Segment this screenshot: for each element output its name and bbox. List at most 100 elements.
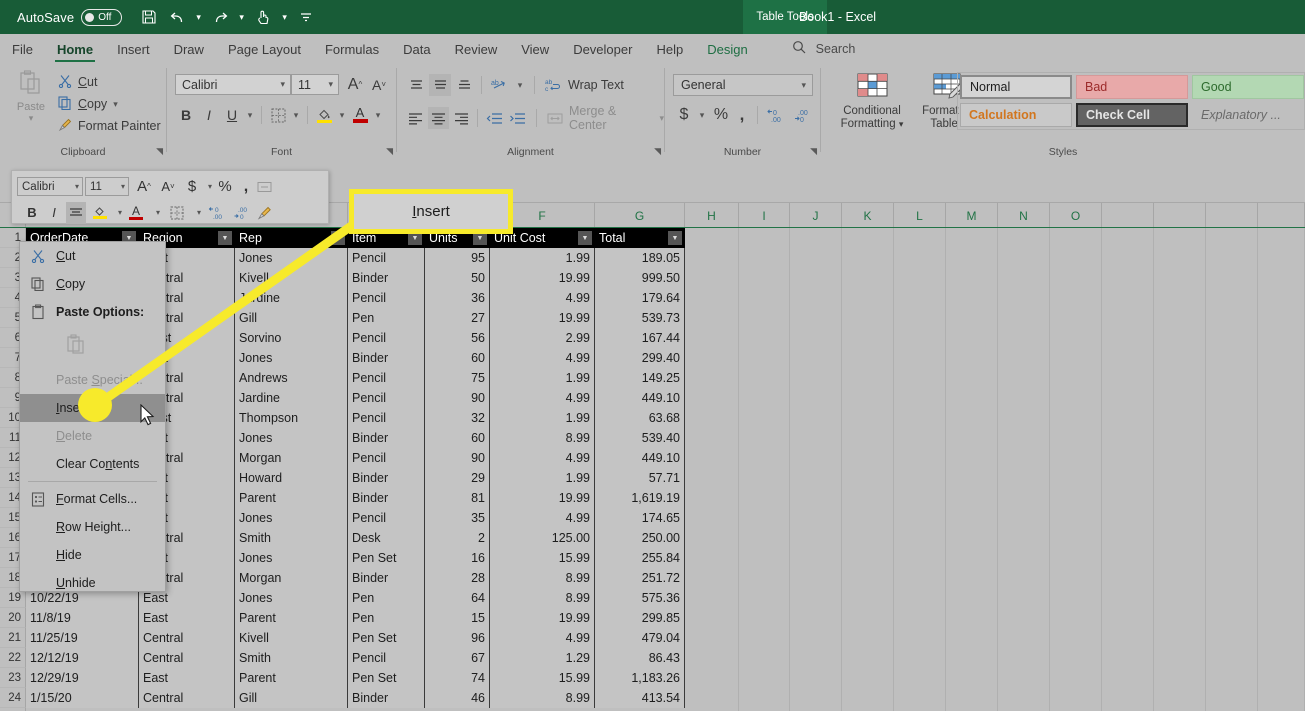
empty-cell[interactable]	[998, 328, 1050, 348]
mini-comma-format-icon[interactable]: ,	[236, 176, 256, 198]
undo-icon[interactable]	[164, 4, 190, 30]
empty-cell[interactable]	[946, 308, 998, 328]
empty-grid-area[interactable]	[685, 228, 1305, 711]
empty-cell[interactable]	[842, 348, 894, 368]
empty-cell[interactable]	[790, 228, 842, 248]
empty-cell[interactable]	[842, 408, 894, 428]
table-cell-orderdate[interactable]: 11/25/19	[26, 628, 139, 648]
table-cell-rep[interactable]: Jones	[235, 428, 348, 448]
empty-cell[interactable]	[1102, 628, 1154, 648]
empty-cell[interactable]	[790, 488, 842, 508]
table-cell-unitcost[interactable]: 8.99	[490, 688, 595, 708]
table-cell-units[interactable]: 50	[425, 268, 490, 288]
empty-row[interactable]	[685, 628, 1305, 648]
empty-cell[interactable]	[739, 508, 790, 528]
table-cell-rep[interactable]: Parent	[235, 608, 348, 628]
empty-cell[interactable]	[1154, 508, 1206, 528]
empty-cell[interactable]	[1206, 688, 1258, 708]
empty-cell[interactable]	[790, 688, 842, 708]
empty-cell[interactable]	[1206, 288, 1258, 308]
mini-italic-button[interactable]: I	[44, 202, 64, 224]
mini-accounting-format-icon[interactable]: $	[182, 176, 202, 198]
empty-row[interactable]	[685, 228, 1305, 248]
table-cell-item[interactable]: Binder	[348, 568, 425, 588]
table-cell-total[interactable]: 449.10	[595, 388, 685, 408]
empty-cell[interactable]	[1258, 668, 1305, 688]
table-cell-total[interactable]: 86.43	[595, 648, 685, 668]
empty-cell[interactable]	[739, 568, 790, 588]
empty-cell[interactable]	[894, 548, 946, 568]
align-top-icon[interactable]	[405, 74, 427, 96]
conditional-formatting-button[interactable]: Conditional Formatting ▾	[833, 72, 911, 131]
empty-row[interactable]	[685, 448, 1305, 468]
empty-cell[interactable]	[1206, 328, 1258, 348]
empty-cell[interactable]	[685, 568, 739, 588]
empty-cell[interactable]	[739, 368, 790, 388]
empty-cell[interactable]	[1050, 568, 1102, 588]
ribbon-tab-draw[interactable]: Draw	[162, 34, 216, 64]
context-menu-item-copy[interactable]: Copy	[20, 270, 165, 298]
table-cell-region[interactable]: Central	[139, 628, 235, 648]
context-menu-item-format-cells[interactable]: Format Cells...	[20, 485, 165, 513]
table-cell-rep[interactable]: Jones	[235, 508, 348, 528]
table-cell-unitcost[interactable]: 4.99	[490, 448, 595, 468]
table-cell-region[interactable]: Central	[139, 688, 235, 708]
empty-cell[interactable]	[842, 588, 894, 608]
accounting-dropdown-icon[interactable]: ▾	[696, 104, 708, 126]
empty-cell[interactable]	[790, 628, 842, 648]
mini-font-color-dropdown-icon[interactable]: ▾	[148, 202, 168, 224]
empty-row[interactable]	[685, 588, 1305, 608]
table-cell-rep[interactable]: Jones	[235, 348, 348, 368]
empty-cell[interactable]	[842, 368, 894, 388]
table-cell-item[interactable]: Pen Set	[348, 628, 425, 648]
number-dialog-launcher-icon[interactable]: ◥	[810, 146, 817, 157]
cell-style-bad[interactable]: Bad	[1076, 75, 1188, 99]
table-cell-rep[interactable]: Smith	[235, 648, 348, 668]
column-header-L[interactable]: L	[894, 203, 946, 228]
mini-font-size-input[interactable]: 11 ▾	[85, 177, 129, 196]
empty-cell[interactable]	[685, 228, 739, 248]
empty-cell[interactable]	[739, 228, 790, 248]
empty-cell[interactable]	[685, 488, 739, 508]
table-cell-orderdate[interactable]: 12/12/19	[26, 648, 139, 668]
borders-icon[interactable]	[267, 104, 289, 126]
table-cell-unitcost[interactable]: 8.99	[490, 568, 595, 588]
empty-row[interactable]	[685, 288, 1305, 308]
empty-cell[interactable]	[1102, 608, 1154, 628]
filter-dropdown-icon[interactable]: ▼	[331, 231, 345, 245]
table-cell-total[interactable]: 999.50	[595, 268, 685, 288]
empty-row[interactable]	[685, 408, 1305, 428]
table-cell-units[interactable]: 16	[425, 548, 490, 568]
empty-cell[interactable]	[946, 368, 998, 388]
table-cell-total[interactable]: 57.71	[595, 468, 685, 488]
decrease-decimal-icon[interactable]: .00 0	[792, 104, 816, 126]
empty-cell[interactable]	[1050, 288, 1102, 308]
empty-row[interactable]	[685, 568, 1305, 588]
empty-cell[interactable]	[1154, 628, 1206, 648]
empty-cell[interactable]	[1102, 268, 1154, 288]
empty-cell[interactable]	[998, 688, 1050, 708]
empty-cell[interactable]	[739, 648, 790, 668]
orientation-dropdown-icon[interactable]: ▾	[514, 74, 526, 96]
number-format-dropdown-icon[interactable]: ▾	[801, 80, 806, 91]
empty-cell[interactable]	[1154, 368, 1206, 388]
fill-color-dropdown-icon[interactable]: ▾	[336, 104, 348, 126]
mini-font-name-dropdown-icon[interactable]: ▾	[75, 182, 79, 191]
empty-cell[interactable]	[739, 328, 790, 348]
empty-cell[interactable]	[1050, 388, 1102, 408]
empty-cell[interactable]	[1050, 268, 1102, 288]
table-cell-region[interactable]: Central	[139, 648, 235, 668]
empty-cell[interactable]	[946, 268, 998, 288]
table-cell-unitcost[interactable]: 4.99	[490, 348, 595, 368]
table-cell-rep[interactable]: Parent	[235, 668, 348, 688]
empty-cell[interactable]	[842, 228, 894, 248]
empty-cell[interactable]	[1102, 348, 1154, 368]
empty-cell[interactable]	[685, 528, 739, 548]
empty-row[interactable]	[685, 668, 1305, 688]
table-cell-item[interactable]: Binder	[348, 688, 425, 708]
empty-cell[interactable]	[1154, 408, 1206, 428]
table-cell-unitcost[interactable]: 15.99	[490, 668, 595, 688]
empty-cell[interactable]	[1258, 448, 1305, 468]
empty-cell[interactable]	[946, 288, 998, 308]
table-cell-item[interactable]: Binder	[348, 348, 425, 368]
